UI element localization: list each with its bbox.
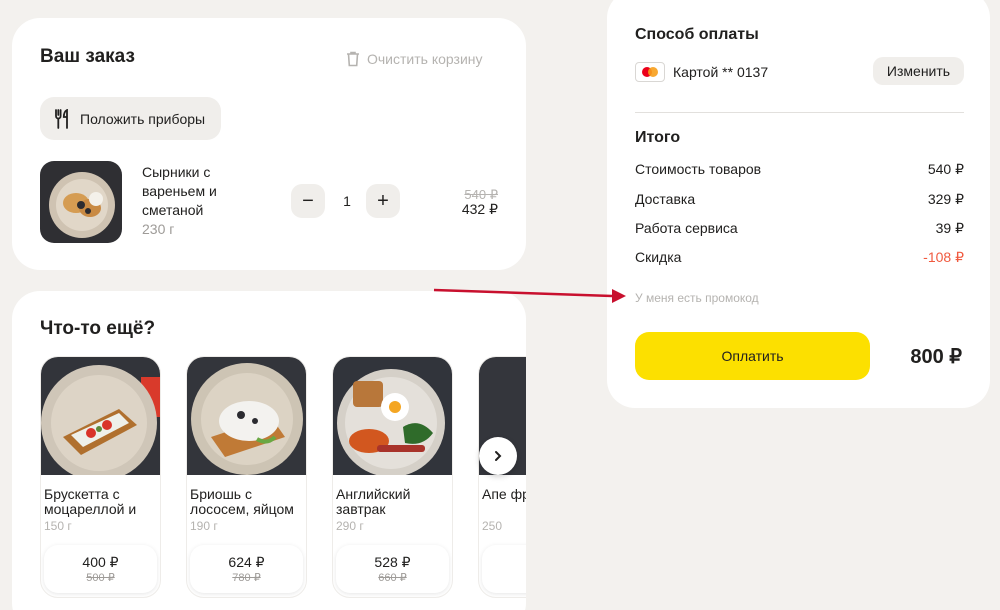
item-price: 432 ₽	[461, 201, 498, 217]
row-label: Скидка	[635, 249, 682, 265]
product-price: 528 ₽	[374, 554, 411, 570]
divider	[635, 112, 964, 113]
product-name: Бриошь с лососем, яйцом	[190, 487, 294, 517]
product-price: 624 ₽	[228, 554, 265, 570]
row-value: 540 ₽	[927, 161, 964, 177]
product-image	[187, 357, 306, 475]
minus-icon: −	[302, 189, 314, 212]
total-row-service: Работа сервиса 39 ₽	[635, 220, 964, 237]
mastercard-icon	[635, 62, 665, 82]
product-weight: 150 г	[44, 519, 72, 533]
order-card: Ваш заказ Очистить корзину Положить приб…	[12, 18, 526, 270]
product-weight: 190 г	[190, 519, 218, 533]
product-name: Апе фре	[482, 487, 526, 502]
total-row-discount: Скидка -108 ₽	[635, 249, 964, 266]
increase-quantity-button[interactable]: +	[366, 184, 400, 218]
product-weight: 290 г	[336, 519, 364, 533]
total-title: Итого	[635, 129, 681, 146]
change-payment-button[interactable]: Изменить	[873, 57, 964, 85]
order-title: Ваш заказ	[40, 46, 135, 67]
product-card[interactable]: Брускетта с моцареллой и 150 г 400 ₽ 500…	[40, 356, 161, 598]
row-value: 39 ₽	[935, 220, 964, 236]
promo-code-link[interactable]: У меня есть промокод	[635, 291, 759, 305]
row-label: Работа сервиса	[635, 220, 738, 236]
product-price-button[interactable]: 624 ₽ 780 ₽	[190, 545, 303, 593]
card-label: Картой ** 0137	[673, 64, 769, 80]
product-card[interactable]: Английский завтрак 290 г 528 ₽ 660 ₽	[332, 356, 453, 598]
cutlery-icon	[55, 108, 68, 129]
next-products-button[interactable]	[479, 437, 517, 475]
product-name: Брускетта с моцареллой и	[44, 487, 137, 517]
add-cutlery-label: Положить приборы	[80, 110, 206, 127]
recommendations-card: Что-то ещё? Брускетта с моцареллой и 150…	[12, 291, 526, 610]
payment-method: Картой ** 0137	[635, 62, 768, 82]
product-card[interactable]: Апе фре 250	[478, 356, 526, 598]
item-weight: 230 г	[142, 221, 175, 237]
clear-cart-label: Очистить корзину	[367, 51, 483, 67]
annotation-arrow-icon	[433, 288, 626, 303]
product-card[interactable]: Бриошь с лососем, яйцом 190 г 624 ₽ 780 …	[186, 356, 307, 598]
product-price-button[interactable]: 528 ₽ 660 ₽	[336, 545, 449, 593]
add-cutlery-button[interactable]: Положить приборы	[40, 97, 222, 140]
item-quantity: 1	[343, 193, 351, 209]
chevron-right-icon	[495, 451, 502, 461]
total-row-goods: Стоимость товаров 540 ₽	[635, 161, 964, 178]
grand-total: 800 ₽	[910, 346, 962, 368]
product-weight: 250	[482, 519, 503, 533]
decrease-quantity-button[interactable]: −	[291, 184, 325, 218]
product-image	[41, 357, 160, 481]
product-old-price: 500 ₽	[86, 572, 115, 584]
item-name: Сырники с вареньем и сметаной	[142, 164, 217, 218]
pay-button[interactable]: Оплатить	[635, 332, 870, 380]
product-price-button[interactable]	[482, 545, 526, 593]
row-label: Стоимость товаров	[635, 161, 762, 177]
product-price: 400 ₽	[82, 554, 119, 570]
row-value: 329 ₽	[927, 191, 964, 207]
product-old-price: 660 ₽	[378, 572, 407, 584]
product-old-price: 780 ₽	[232, 572, 261, 584]
payment-method-title: Способ оплаты	[635, 26, 759, 43]
product-name: Английский завтрак	[336, 487, 411, 517]
syrniki-image	[40, 161, 122, 243]
clear-cart-button[interactable]: Очистить корзину	[346, 51, 483, 67]
recommendations-title: Что-то ещё?	[40, 318, 156, 339]
product-image	[333, 357, 452, 477]
trash-icon	[347, 51, 359, 67]
product-price-button[interactable]: 400 ₽ 500 ₽	[44, 545, 157, 593]
plus-icon: +	[377, 189, 389, 212]
payment-card: Способ оплаты Картой ** 0137 Изменить Ит…	[607, 0, 990, 408]
total-row-delivery: Доставка 329 ₽	[635, 191, 964, 208]
row-label: Доставка	[635, 191, 696, 207]
row-value: -108 ₽	[923, 249, 964, 265]
